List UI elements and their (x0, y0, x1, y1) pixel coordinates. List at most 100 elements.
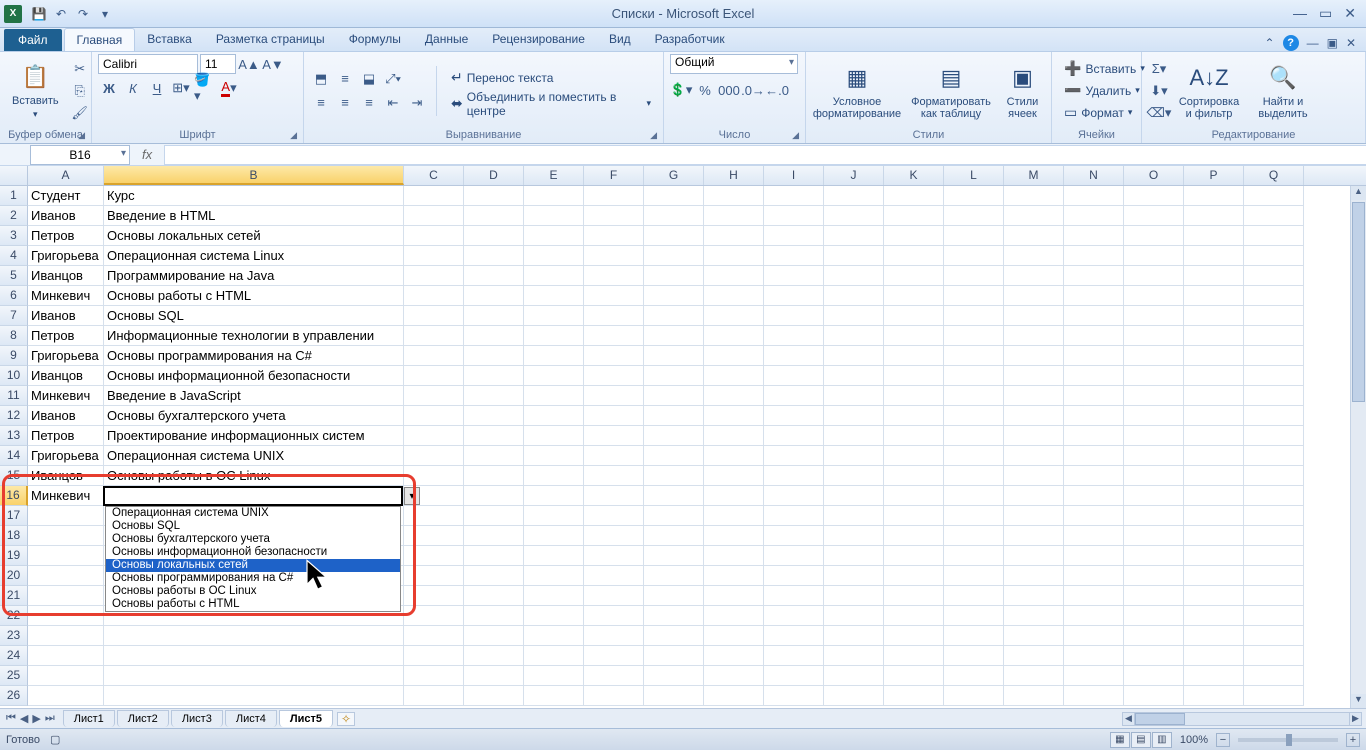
sort-filter-button[interactable]: A↓ZСортировка и фильтр (1174, 60, 1244, 122)
cell[interactable] (1124, 286, 1184, 306)
cell[interactable] (1064, 586, 1124, 606)
cell[interactable] (1004, 686, 1064, 706)
decrease-indent-button[interactable]: ⇤ (382, 93, 404, 113)
cell[interactable] (704, 366, 764, 386)
cell[interactable] (944, 686, 1004, 706)
cell[interactable] (824, 666, 884, 686)
cell[interactable] (524, 246, 584, 266)
row-header[interactable]: 3 (0, 226, 28, 246)
shrink-font-button[interactable]: A▼ (262, 54, 284, 74)
cell[interactable] (884, 226, 944, 246)
cell[interactable]: Минкевич (28, 286, 104, 306)
cell[interactable] (824, 266, 884, 286)
cell[interactable] (764, 206, 824, 226)
cell[interactable] (1244, 446, 1304, 466)
cell[interactable] (524, 466, 584, 486)
cell[interactable] (464, 306, 524, 326)
merge-center-button[interactable]: ⬌Объединить и поместить в центре▾ (445, 94, 657, 114)
cell[interactable] (1244, 686, 1304, 706)
cell[interactable] (764, 426, 824, 446)
cell[interactable] (704, 626, 764, 646)
cell[interactable] (1124, 226, 1184, 246)
cell[interactable] (944, 486, 1004, 506)
cell[interactable] (884, 686, 944, 706)
cell[interactable] (944, 526, 1004, 546)
align-middle-button[interactable]: ≡ (334, 69, 356, 89)
cell[interactable] (1064, 186, 1124, 206)
column-header[interactable]: G (644, 166, 704, 185)
cell[interactable] (1004, 626, 1064, 646)
cell[interactable] (464, 686, 524, 706)
cell[interactable]: Петров (28, 326, 104, 346)
cell[interactable]: Операционная система UNIX (104, 446, 404, 466)
row-header[interactable]: 8 (0, 326, 28, 346)
column-header[interactable]: K (884, 166, 944, 185)
cell[interactable] (464, 486, 524, 506)
cell[interactable] (404, 686, 464, 706)
cell[interactable] (944, 446, 1004, 466)
cell[interactable] (1004, 266, 1064, 286)
delete-cells-button[interactable]: ➖Удалить▾ (1058, 81, 1151, 101)
validation-list-item[interactable]: Основы работы в ОС Linux (106, 585, 400, 598)
cell[interactable] (1064, 306, 1124, 326)
cell[interactable] (584, 406, 644, 426)
cell[interactable] (1244, 406, 1304, 426)
row-header[interactable]: 9 (0, 346, 28, 366)
insert-cells-button[interactable]: ➕Вставить▾ (1058, 59, 1151, 79)
cell[interactable] (524, 386, 584, 406)
restore-button[interactable]: ▭ (1319, 5, 1332, 22)
cell[interactable] (884, 406, 944, 426)
cell[interactable] (1004, 486, 1064, 506)
minimize-button[interactable]: — (1293, 5, 1307, 22)
cell[interactable] (1124, 266, 1184, 286)
cell[interactable] (884, 566, 944, 586)
cell[interactable] (704, 246, 764, 266)
cell[interactable] (524, 206, 584, 226)
cell[interactable] (764, 486, 824, 506)
row-header[interactable]: 26 (0, 686, 28, 706)
cell[interactable] (524, 686, 584, 706)
copy-button[interactable]: ⎘ (69, 81, 91, 101)
cell[interactable] (464, 366, 524, 386)
number-format-combo[interactable]: Общий (670, 54, 798, 74)
cell[interactable] (524, 346, 584, 366)
cell[interactable] (524, 666, 584, 686)
cell[interactable] (524, 586, 584, 606)
align-top-button[interactable]: ⬒ (310, 69, 332, 89)
cell[interactable] (1124, 386, 1184, 406)
percent-button[interactable]: % (694, 80, 716, 100)
cell[interactable] (944, 186, 1004, 206)
underline-button[interactable]: Ч (146, 78, 168, 98)
cell[interactable] (944, 326, 1004, 346)
cell[interactable] (1004, 586, 1064, 606)
cell[interactable] (584, 606, 644, 626)
cell[interactable] (1004, 506, 1064, 526)
cell[interactable] (944, 506, 1004, 526)
cell[interactable] (944, 646, 1004, 666)
cell[interactable]: Основы информационной безопасности (104, 366, 404, 386)
cell[interactable] (824, 366, 884, 386)
cell[interactable] (704, 466, 764, 486)
cell[interactable] (884, 286, 944, 306)
column-header[interactable]: F (584, 166, 644, 185)
cell[interactable] (704, 326, 764, 346)
cell[interactable] (764, 246, 824, 266)
cell[interactable] (764, 386, 824, 406)
font-size-combo[interactable] (200, 54, 236, 74)
border-button[interactable]: ⊞▾ (170, 78, 192, 98)
cell[interactable] (824, 186, 884, 206)
cell[interactable] (1004, 346, 1064, 366)
row-header[interactable]: 10 (0, 366, 28, 386)
cell[interactable] (1244, 666, 1304, 686)
redo-button[interactable]: ↷ (74, 5, 92, 23)
cell[interactable] (1244, 206, 1304, 226)
cell[interactable] (1184, 326, 1244, 346)
cell[interactable] (764, 266, 824, 286)
cell[interactable]: Иванов (28, 206, 104, 226)
row-header[interactable]: 23 (0, 626, 28, 646)
macro-record-icon[interactable]: ▢ (50, 733, 60, 746)
cell[interactable] (1244, 286, 1304, 306)
cell[interactable] (584, 646, 644, 666)
cell[interactable] (1004, 526, 1064, 546)
dialog-launcher-icon[interactable]: ◢ (290, 130, 297, 141)
